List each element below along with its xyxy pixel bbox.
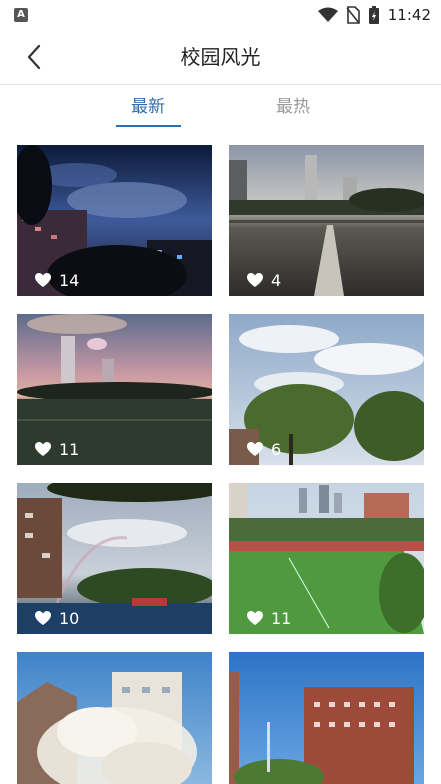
like-count: 6 <box>247 440 281 459</box>
like-count: 4 <box>247 271 281 290</box>
battery-charging-icon <box>368 6 379 24</box>
tab-latest[interactable]: 最新 <box>108 95 188 119</box>
heart-icon <box>247 442 263 456</box>
page-title: 校园风光 <box>180 45 261 69</box>
tab-hottest[interactable]: 最热 <box>253 95 333 119</box>
like-count: 10 <box>35 609 79 628</box>
photo-card[interactable]: 6 <box>229 314 424 465</box>
like-count: 11 <box>247 609 291 628</box>
wifi-icon <box>317 7 338 22</box>
photo-card[interactable] <box>229 652 424 784</box>
app-header: 校园风光 <box>0 30 441 85</box>
app-notification-icon: A <box>14 8 28 22</box>
no-sim-icon <box>346 6 360 24</box>
clock: 11:42 <box>387 6 431 24</box>
heart-icon <box>247 611 263 625</box>
active-tab-indicator <box>116 125 181 127</box>
photo-card[interactable] <box>17 652 212 784</box>
photo-card[interactable]: 11 <box>229 483 424 634</box>
status-bar: A 11:42 <box>0 0 441 30</box>
heart-icon <box>35 273 51 287</box>
tab-bar: 最新 最热 <box>0 85 441 129</box>
photo-red-building <box>229 652 424 784</box>
photo-card[interactable]: 10 <box>17 483 212 634</box>
photo-blossom-building <box>17 652 212 784</box>
photo-card[interactable]: 14 <box>17 145 212 296</box>
like-count: 14 <box>35 271 79 290</box>
heart-icon <box>247 273 263 287</box>
heart-icon <box>35 611 51 625</box>
heart-icon <box>35 442 51 456</box>
photo-card[interactable]: 11 <box>17 314 212 465</box>
status-icons: 11:42 <box>317 4 431 26</box>
like-count: 11 <box>35 440 79 459</box>
photo-card[interactable]: 4 <box>229 145 424 296</box>
